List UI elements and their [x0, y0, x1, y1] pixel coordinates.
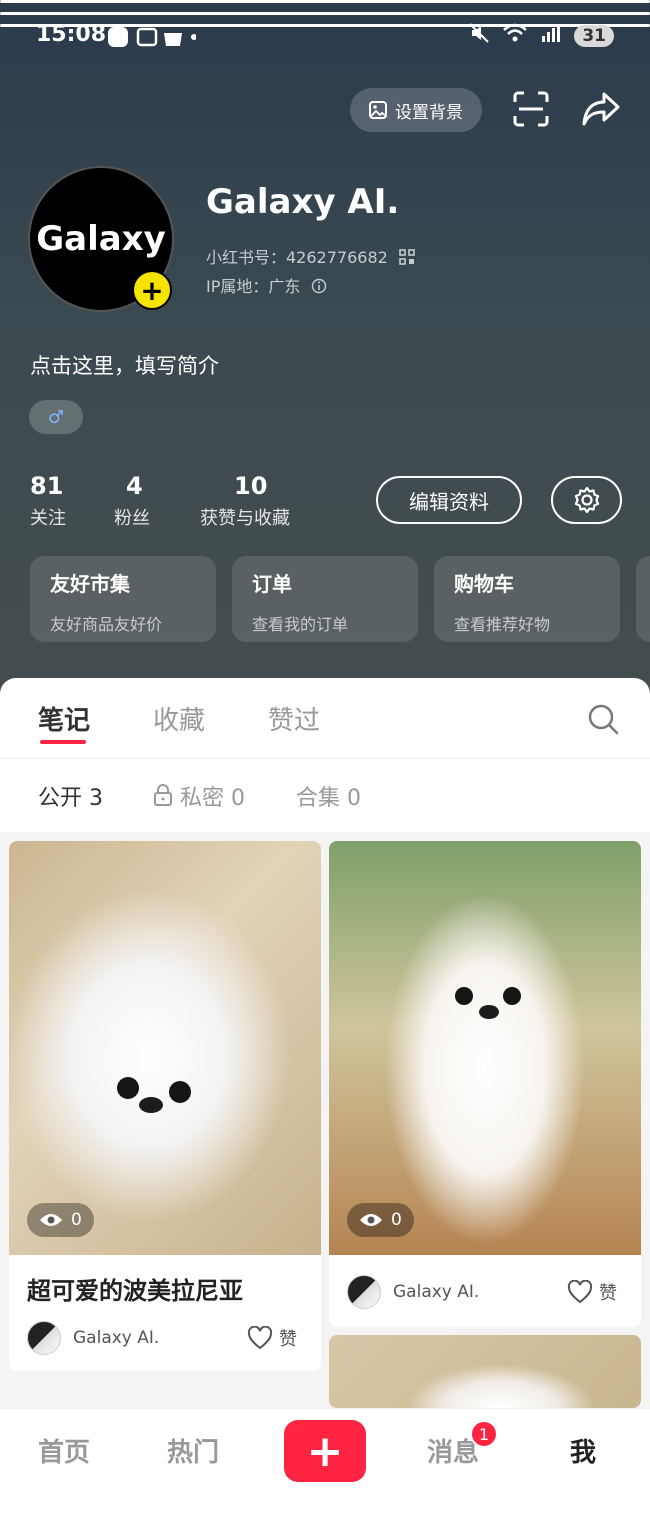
image-icon — [369, 101, 387, 119]
note-image: 0 — [9, 841, 321, 1255]
stat-label: 粉丝 — [114, 508, 150, 529]
stat-likes-collects[interactable]: 10 获赞与收藏 — [200, 472, 290, 530]
heart-icon — [247, 1326, 273, 1350]
subtab-private[interactable]: 私密 0 — [152, 780, 245, 812]
card-subtitle: 查看推荐好物 — [454, 615, 551, 634]
card-more[interactable] — [636, 556, 650, 642]
eye-icon — [360, 1214, 382, 1226]
mute-icon — [468, 22, 490, 49]
note-title: 超可爱的波美拉尼亚 — [27, 1277, 243, 1305]
author-name: Galaxy AI. — [73, 1328, 160, 1348]
notification-icons — [106, 24, 197, 56]
card-subtitle: 查看我的订单 — [252, 615, 349, 634]
card-market[interactable]: 友好市集 友好商品友好价 — [30, 556, 216, 642]
user-name: Galaxy AI. — [206, 182, 400, 222]
note-image: 0 — [329, 841, 641, 1255]
stat-value: 10 — [234, 472, 268, 500]
card-cart[interactable]: 购物车 查看推荐好物 — [434, 556, 620, 642]
ip-location-row: IP属地：广东 — [206, 273, 327, 297]
message-badge: 1 — [470, 1420, 498, 1448]
subtab-private-label: 私密 0 — [180, 786, 245, 811]
user-id-row: 小红书号：4262776682 — [206, 244, 415, 268]
nav-hot[interactable]: 热门 — [167, 1432, 219, 1469]
info-icon[interactable] — [311, 278, 327, 294]
like-label: 赞 — [599, 1283, 617, 1304]
stat-value: 81 — [30, 472, 64, 500]
author-avatar — [27, 1321, 61, 1355]
card-title: 购物车 — [454, 572, 514, 596]
note-image — [329, 1335, 641, 1408]
card-title: 友好市集 — [50, 572, 130, 596]
add-avatar-icon[interactable]: + — [132, 270, 172, 310]
like-label: 赞 — [279, 1329, 297, 1350]
view-count: 0 — [347, 1203, 414, 1237]
stat-label: 关注 — [30, 508, 66, 529]
edit-profile-button[interactable]: 编辑资料 — [376, 476, 522, 524]
subtab-albums[interactable]: 合集 0 — [296, 780, 361, 812]
status-time: 15:08 — [36, 22, 107, 47]
stat-followers[interactable]: 4 粉丝 — [114, 472, 150, 530]
scan-icon[interactable] — [512, 90, 550, 128]
lock-icon — [154, 784, 172, 806]
note-card[interactable]: 0 Galaxy AI. 赞 — [329, 841, 641, 1327]
nav-me[interactable]: 我 — [570, 1432, 596, 1469]
view-count-value: 0 — [71, 1210, 82, 1230]
gender-badge: ♂ — [29, 400, 83, 434]
card-title: 订单 — [252, 572, 292, 596]
heart-icon — [567, 1280, 593, 1304]
user-id: 小红书号：4262776682 — [206, 248, 388, 267]
signal-icon — [540, 22, 562, 49]
tab-liked[interactable]: 赞过 — [268, 700, 320, 737]
profile-header: 15:08 31 设置背景 Galaxy + Galaxy AI. 小红书号：4… — [0, 0, 650, 700]
note-card[interactable] — [329, 1335, 641, 1408]
card-subtitle: 友好商品友好价 — [50, 615, 163, 634]
note-author[interactable]: Galaxy AI. — [347, 1275, 479, 1309]
subtab-public[interactable]: 公开 3 — [38, 780, 103, 812]
card-orders[interactable]: 订单 查看我的订单 — [232, 556, 418, 642]
like-button[interactable]: 赞 — [247, 1325, 297, 1351]
settings-button[interactable] — [551, 476, 622, 524]
set-background-button[interactable]: 设置背景 — [350, 88, 482, 132]
author-name: Galaxy AI. — [393, 1282, 480, 1302]
qr-code-icon[interactable] — [399, 249, 415, 265]
set-background-label: 设置背景 — [395, 102, 463, 123]
wifi-icon — [502, 22, 528, 49]
bio-prompt[interactable]: 点击这里，填写简介 — [30, 350, 219, 380]
view-count-value: 0 — [391, 1210, 402, 1230]
tab-notes[interactable]: 笔记 — [38, 700, 90, 737]
nav-home[interactable]: 首页 — [38, 1432, 90, 1469]
post-button[interactable]: + — [284, 1420, 366, 1482]
note-author[interactable]: Galaxy AI. — [27, 1321, 159, 1355]
divider — [0, 758, 650, 759]
stat-label: 获赞与收藏 — [200, 508, 290, 529]
note-card[interactable]: 0 超可爱的波美拉尼亚 Galaxy AI. 赞 — [9, 841, 321, 1371]
like-button[interactable]: 赞 — [567, 1279, 617, 1305]
share-icon[interactable] — [580, 90, 622, 128]
gear-icon — [574, 486, 599, 514]
stat-following[interactable]: 81 关注 — [30, 472, 66, 530]
battery-indicator: 31 — [574, 24, 614, 47]
eye-icon — [40, 1214, 62, 1226]
view-count: 0 — [27, 1203, 94, 1237]
ip-location: IP属地：广东 — [206, 277, 301, 296]
active-tab-indicator — [40, 740, 86, 744]
search-icon[interactable] — [586, 702, 620, 736]
author-avatar — [347, 1275, 381, 1309]
status-right: 31 — [468, 22, 614, 49]
stat-value: 4 — [126, 472, 143, 500]
tab-collections[interactable]: 收藏 — [153, 700, 205, 737]
status-bar: 15:08 31 — [36, 22, 614, 52]
